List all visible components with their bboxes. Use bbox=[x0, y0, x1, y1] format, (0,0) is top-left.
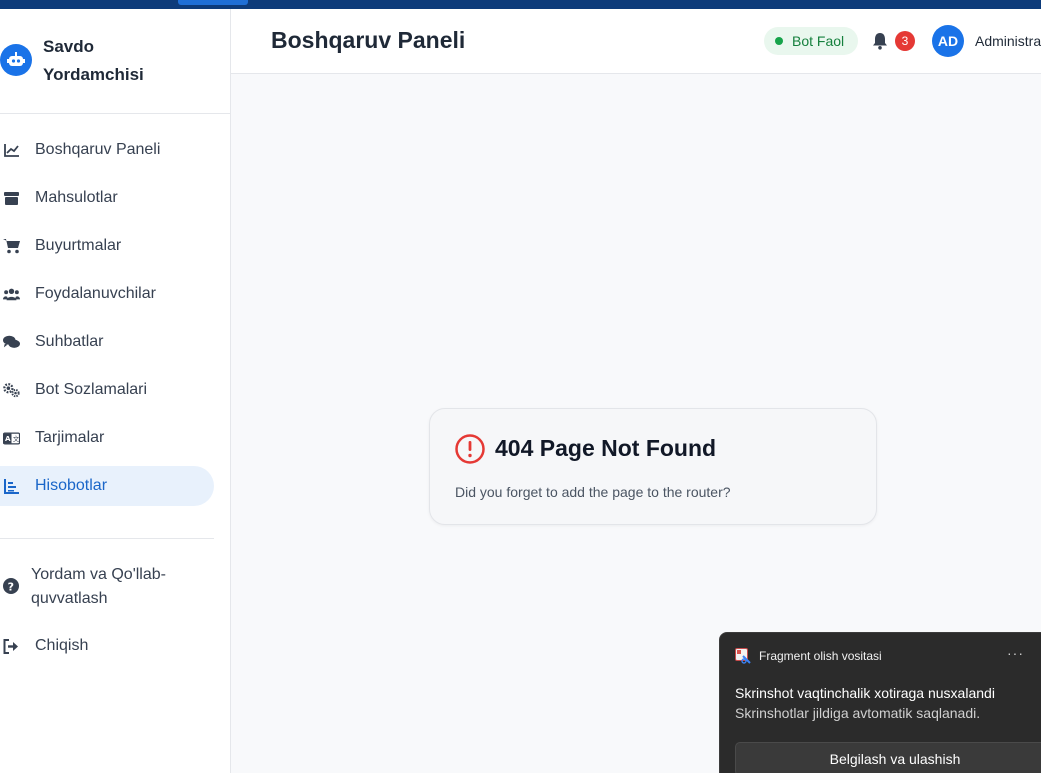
user-name[interactable]: Administra bbox=[975, 33, 1041, 49]
robot-icon bbox=[0, 44, 32, 76]
svg-text:文: 文 bbox=[13, 434, 20, 443]
sidebar-item-bot-settings[interactable]: Bot Sozlamalari bbox=[0, 370, 214, 410]
sidebar-item-label: Buyurtmalar bbox=[35, 237, 122, 254]
sidebar: Savdo Yordamchisi Boshqaruv Paneli Mahsu… bbox=[0, 9, 231, 773]
brand: Savdo Yordamchisi bbox=[0, 9, 230, 114]
sidebar-item-users[interactable]: Foydalanuvchilar bbox=[0, 274, 214, 314]
toast-body: Skrinshotlar jildiga avtomatik saqlanadi… bbox=[735, 705, 981, 721]
page-title: Boshqaruv Paneli bbox=[271, 27, 466, 53]
cart-icon bbox=[3, 238, 20, 254]
question-circle-icon: ? bbox=[3, 578, 19, 599]
toast-title: Skrinshot vaqtinchalik xotiraga nusxalan… bbox=[735, 685, 995, 701]
report-icon bbox=[3, 478, 20, 494]
sidebar-item-label: Hisobotlar bbox=[35, 477, 108, 494]
sidebar-item-dashboard[interactable]: Boshqaruv Paneli bbox=[0, 130, 214, 170]
logout-icon bbox=[3, 639, 20, 659]
sidebar-item-logout[interactable]: Chiqish bbox=[0, 635, 214, 659]
sidebar-item-products[interactable]: Mahsulotlar bbox=[0, 178, 214, 218]
notification-badge: 3 bbox=[895, 31, 915, 51]
box-icon bbox=[3, 190, 20, 206]
sidebar-item-orders[interactable]: Buyurtmalar bbox=[0, 226, 214, 266]
avatar[interactable]: AD bbox=[932, 25, 964, 57]
app-name: Savdo Yordamchisi bbox=[43, 37, 144, 84]
sidebar-item-help[interactable]: ? Yordam va Qo'llab-quvvatlash bbox=[0, 561, 214, 611]
mark-and-share-button[interactable]: Belgilash va ulashish bbox=[735, 742, 1041, 773]
sidebar-item-label: Boshqaruv Paneli bbox=[35, 141, 161, 158]
error-message: Did you forget to add the page to the ro… bbox=[455, 484, 731, 500]
sidebar-nav: Boshqaruv Paneli Mahsulotlar Buyurtmalar… bbox=[0, 130, 230, 514]
chart-line-icon bbox=[3, 142, 20, 158]
sidebar-item-label: Mahsulotlar bbox=[35, 189, 118, 206]
bell-icon[interactable] bbox=[872, 32, 888, 50]
snipping-tool-icon bbox=[735, 648, 751, 669]
sidebar-item-label: Chiqish bbox=[35, 637, 89, 654]
bot-status-text: Bot Faol bbox=[792, 33, 845, 49]
svg-text:?: ? bbox=[8, 580, 14, 593]
error-title: 404 Page Not Found bbox=[495, 435, 717, 461]
more-options-icon[interactable]: ··· bbox=[1007, 645, 1024, 661]
alert-circle-icon bbox=[455, 434, 485, 469]
chat-icon bbox=[3, 334, 20, 350]
browser-top-strip bbox=[0, 0, 1041, 9]
sidebar-item-translations[interactable]: A文 Tarjimalar bbox=[0, 418, 214, 458]
bot-status-badge: Bot Faol bbox=[764, 27, 858, 55]
svg-text:A: A bbox=[5, 434, 11, 443]
sidebar-item-label: Bot Sozlamalari bbox=[35, 381, 148, 398]
browser-active-tab[interactable] bbox=[178, 0, 248, 5]
sidebar-item-label: Tarjimalar bbox=[35, 429, 105, 446]
users-icon bbox=[3, 286, 20, 302]
sidebar-item-label: Foydalanuvchilar bbox=[35, 285, 156, 302]
sidebar-item-label: Yordam va Qo'llab-quvvatlash bbox=[31, 566, 166, 607]
translate-icon: A文 bbox=[3, 430, 20, 446]
gears-icon bbox=[3, 382, 20, 398]
status-dot-icon bbox=[775, 37, 783, 45]
sidebar-item-chats[interactable]: Suhbatlar bbox=[0, 322, 214, 362]
snipping-tool-toast[interactable]: Fragment olish vositasi ··· Skrinshot va… bbox=[719, 632, 1041, 773]
sidebar-divider bbox=[0, 538, 214, 539]
top-header: Boshqaruv Paneli Bot Faol 3 AD Administr… bbox=[231, 9, 1041, 74]
error-card: 404 Page Not Found Did you forget to add… bbox=[429, 408, 877, 525]
sidebar-item-label: Suhbatlar bbox=[35, 333, 104, 350]
sidebar-item-reports[interactable]: Hisobotlar bbox=[0, 466, 214, 506]
toast-app-name: Fragment olish vositasi bbox=[759, 649, 882, 663]
